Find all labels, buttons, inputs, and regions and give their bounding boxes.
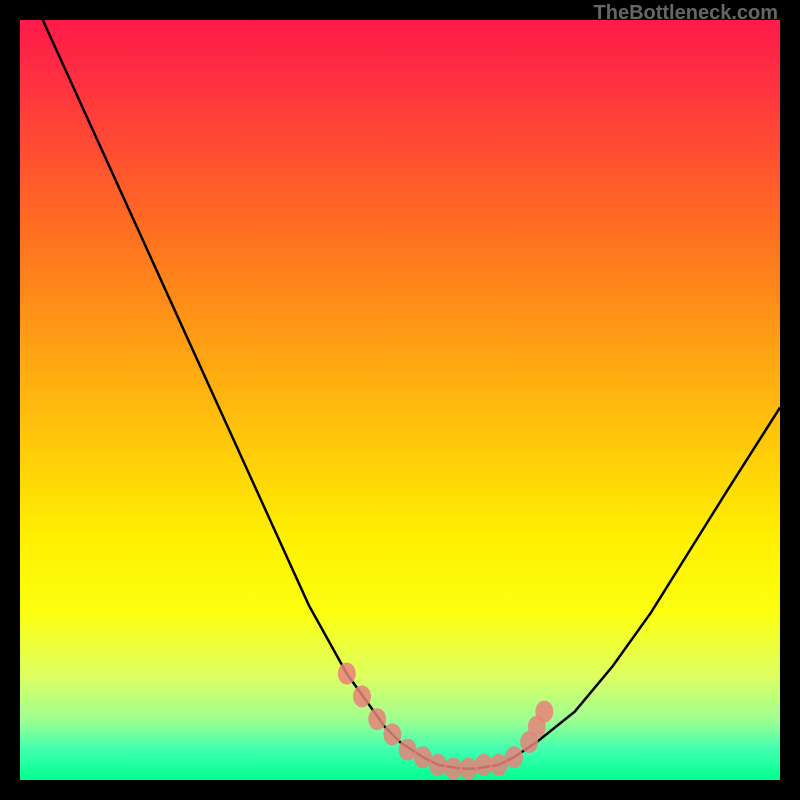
marker-dot <box>383 723 401 745</box>
marker-dot <box>459 758 477 780</box>
marker-dot <box>338 663 356 685</box>
marker-dots-group <box>338 663 554 780</box>
marker-dot <box>429 754 447 776</box>
bottleneck-curve-line <box>43 20 780 769</box>
curve-svg <box>20 20 780 780</box>
marker-dot <box>368 708 386 730</box>
marker-dot <box>535 701 553 723</box>
marker-dot <box>505 746 523 768</box>
chart-container: TheBottleneck.com <box>0 0 800 800</box>
marker-dot <box>353 685 371 707</box>
